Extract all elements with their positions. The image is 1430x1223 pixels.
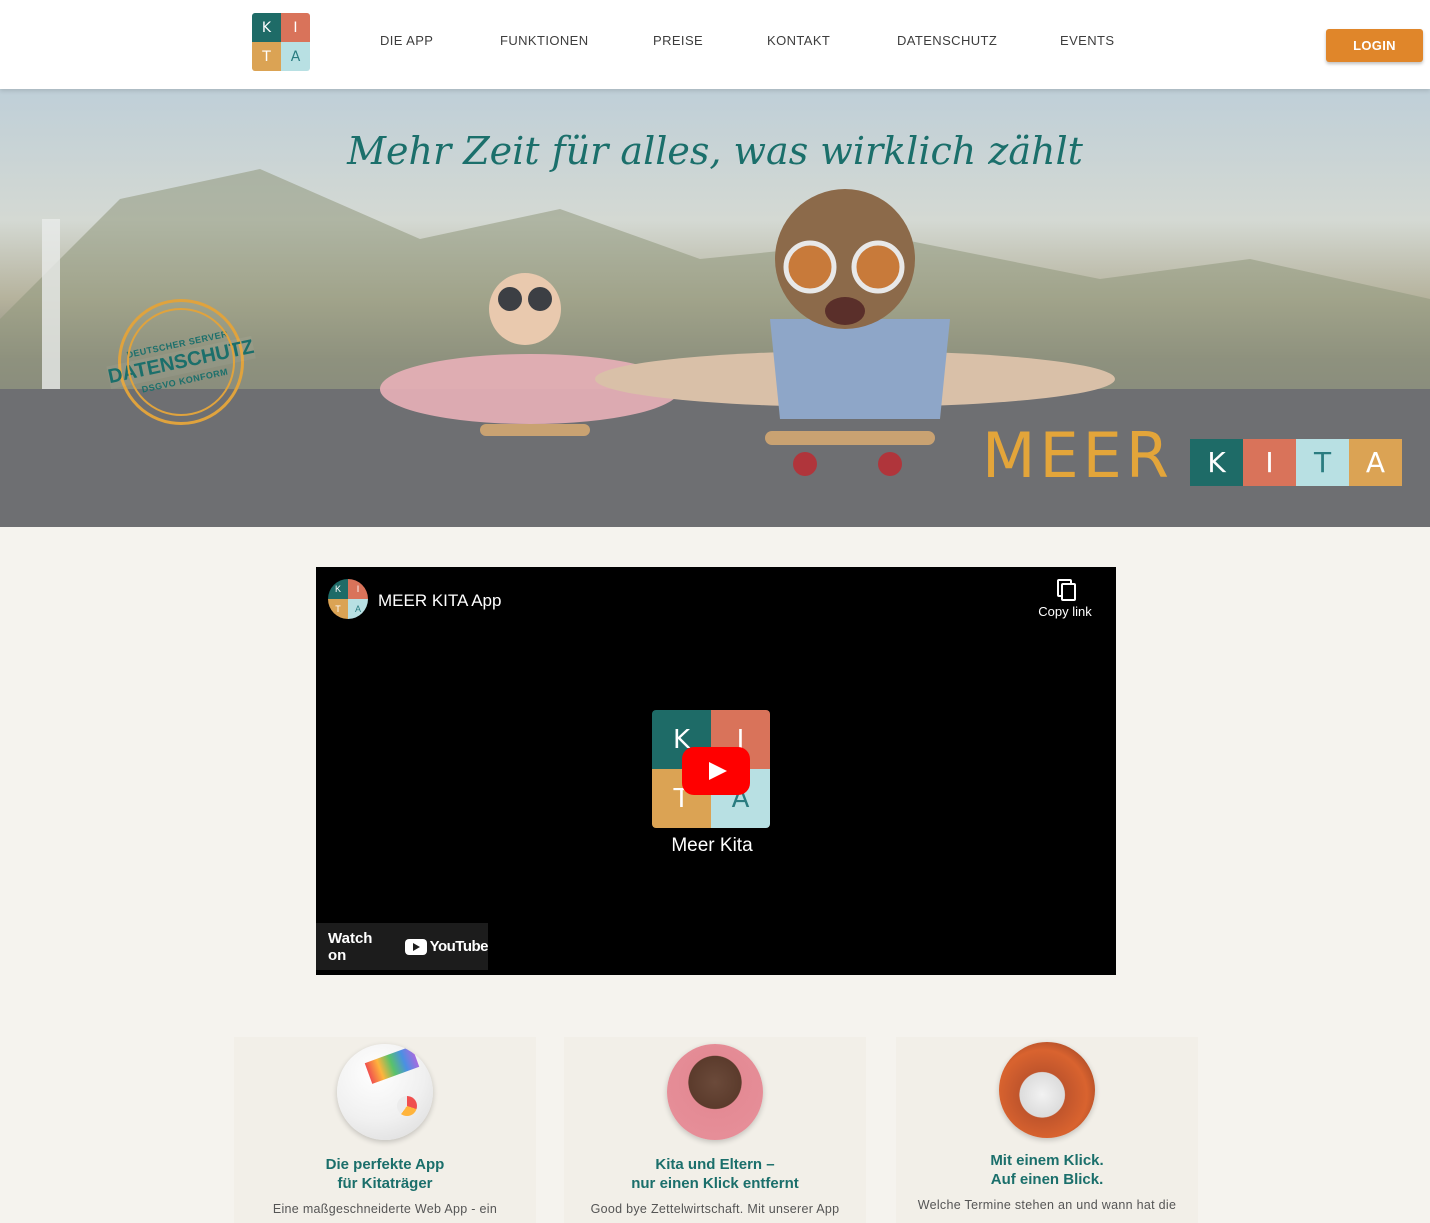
- feature-title: Kita und Eltern – nur einen Klick entfer…: [564, 1155, 866, 1193]
- logo-letter: T: [328, 599, 348, 619]
- feature-title-line: Auf einen Blick.: [990, 1171, 1104, 1188]
- feature-card-eltern: Kita und Eltern – nur einen Klick entfer…: [564, 1037, 866, 1223]
- logo-letter: A: [281, 42, 310, 71]
- watch-on-label: Watch on: [328, 929, 373, 964]
- brand-letter: K: [1190, 439, 1243, 486]
- planner-photo-image: [999, 1042, 1095, 1138]
- brand-letter: A: [1349, 439, 1402, 486]
- brand-letter: T: [1296, 439, 1349, 486]
- chart-photo-image: [337, 1044, 433, 1140]
- copy-icon: [1057, 579, 1076, 601]
- feature-text: Good bye Zettelwirtschaft. Mit unserer A…: [590, 1202, 840, 1216]
- logo-letter: T: [252, 42, 281, 71]
- stamp-bottom-text: DSGVO KONFORM: [140, 366, 229, 395]
- channel-avatar[interactable]: K I T A: [328, 579, 368, 619]
- logo-letter: K: [252, 13, 281, 42]
- nav-events[interactable]: EVENTS: [1060, 33, 1114, 48]
- nav-kontakt[interactable]: KONTAKT: [767, 33, 830, 48]
- brand-letter: I: [1243, 439, 1296, 486]
- copy-link-label: Copy link: [1038, 604, 1092, 619]
- woman-phone-image: [667, 1044, 763, 1140]
- brand-kita-blocks: K I T A: [1190, 439, 1402, 486]
- watch-on-youtube-button[interactable]: Watch on YouTube: [316, 923, 489, 970]
- feature-title-line: Die perfekte App: [325, 1156, 445, 1173]
- youtube-embed[interactable]: K I T A MEER KITA App Copy link K I T A …: [316, 567, 1116, 975]
- feature-title: Die perfekte App für Kitaträger: [234, 1155, 536, 1193]
- nav-datenschutz[interactable]: DATENSCHUTZ: [897, 33, 997, 48]
- feature-title-line: Kita und Eltern –: [655, 1156, 775, 1173]
- stamp-main-text: DATENSCHUTZ: [105, 335, 257, 389]
- nav-preise[interactable]: PREISE: [653, 33, 703, 48]
- feature-text: Welche Termine stehen an und wann hat di…: [917, 1198, 1177, 1212]
- logo-letter: I: [281, 13, 310, 42]
- stamp-top-text: DEUTSCHER SERVER: [125, 328, 229, 360]
- feature-title-line: Mit einem Klick.: [990, 1152, 1104, 1169]
- copy-link-button[interactable]: Copy link: [1028, 579, 1102, 619]
- nav-die-app[interactable]: DIE APP: [380, 33, 433, 48]
- brand-meer-word: MEER: [982, 419, 1173, 492]
- feature-card-traeger: Die perfekte App für Kitaträger Eine maß…: [234, 1037, 536, 1223]
- feature-card-termine: Mit einem Klick. Auf einen Blick. Welche…: [896, 1037, 1198, 1223]
- feature-text: Eine maßgeschneiderte Web App - ein: [272, 1202, 498, 1216]
- youtube-wordmark: YouTube: [429, 938, 489, 955]
- logo-letter: K: [328, 579, 348, 599]
- nav-funktionen[interactable]: FUNKTIONEN: [500, 33, 589, 48]
- video-channel-name: Meer Kita: [671, 835, 753, 856]
- login-button[interactable]: LOGIN: [1326, 29, 1423, 62]
- play-button-icon[interactable]: [682, 747, 750, 795]
- logo-letter: I: [348, 579, 368, 599]
- hero-banner: Mehr Zeit für alles, was wirklich zählt …: [0, 89, 1430, 527]
- feature-title-line: nur einen Klick entfernt: [631, 1175, 799, 1192]
- kita-logo[interactable]: K I T A: [252, 13, 310, 71]
- video-title[interactable]: MEER KITA App: [378, 591, 501, 611]
- feature-title-line: für Kitaträger: [337, 1175, 433, 1192]
- site-header: K I T A DIE APP FUNKTIONEN PREISE KONTAK…: [0, 0, 1430, 89]
- logo-letter: A: [348, 599, 368, 619]
- youtube-play-icon: [404, 938, 427, 955]
- feature-title: Mit einem Klick. Auf einen Blick.: [896, 1151, 1198, 1189]
